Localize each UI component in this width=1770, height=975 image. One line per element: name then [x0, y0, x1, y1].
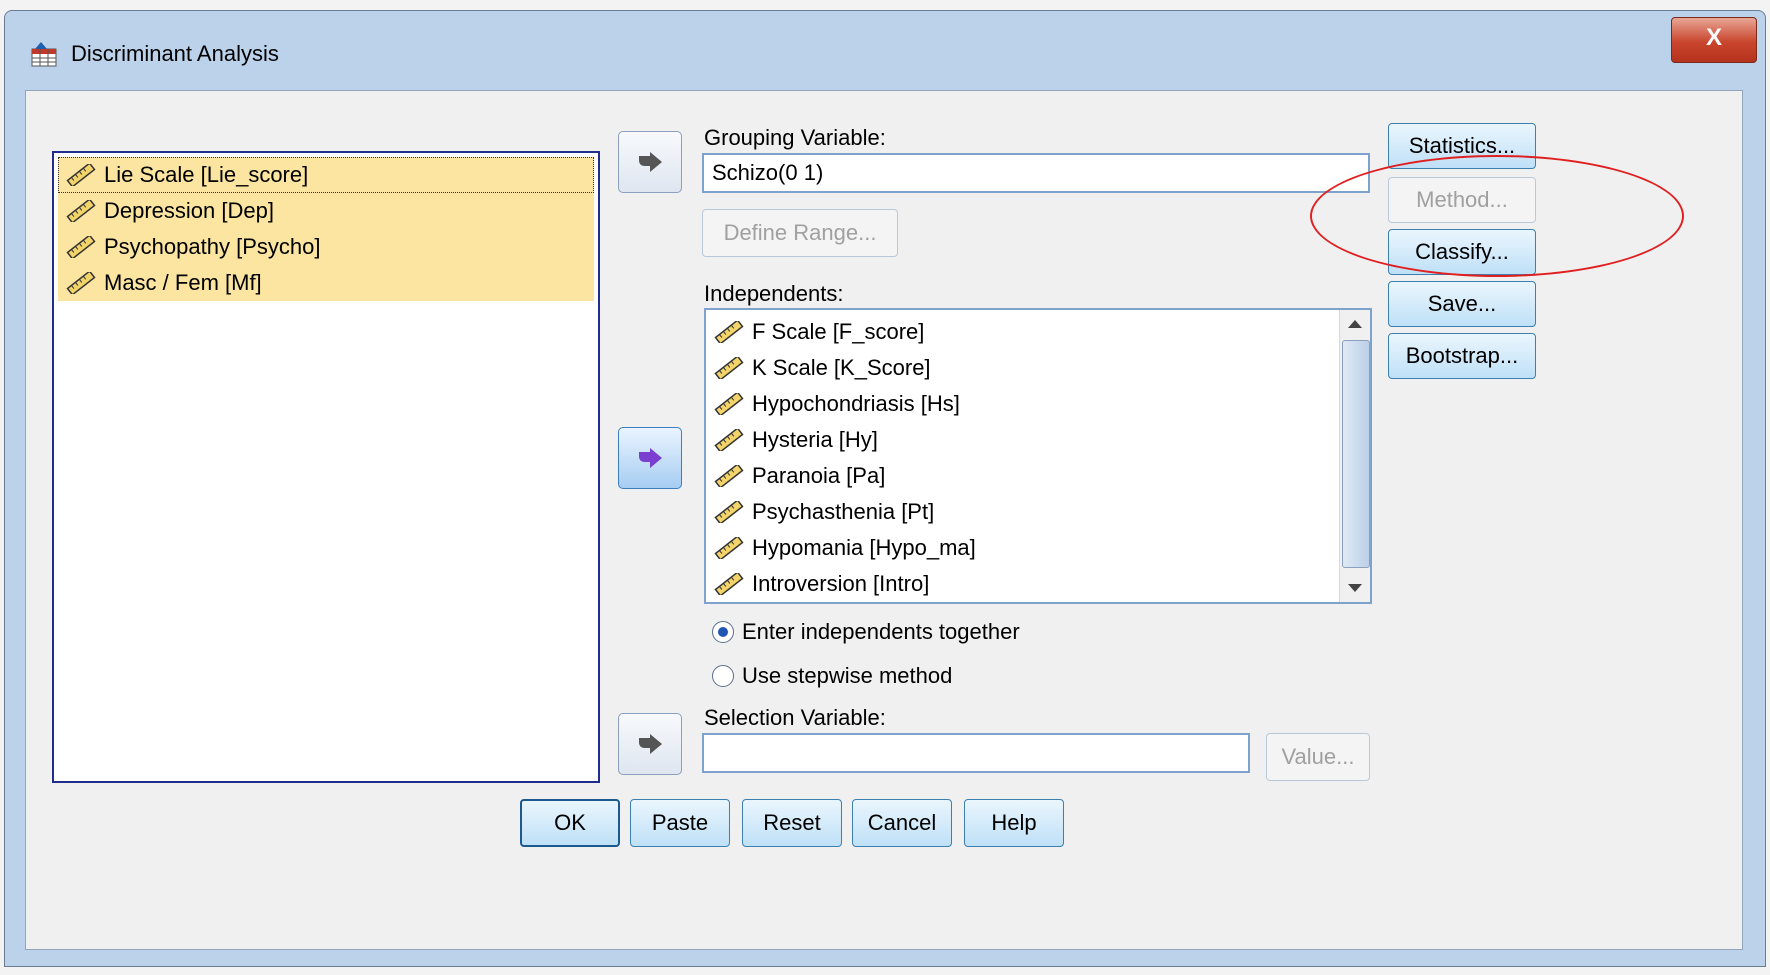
list-item[interactable]: Hypochondriasis [Hs]: [714, 386, 960, 422]
scroll-down-button[interactable]: [1342, 576, 1368, 600]
dialog-body: Lie Scale [Lie_score] Depression [Dep] P…: [25, 90, 1743, 950]
list-item-label: Hysteria [Hy]: [752, 427, 878, 452]
stepwise-radio[interactable]: Use stepwise method: [712, 663, 952, 689]
list-item-label: Lie Scale [Lie_score]: [104, 162, 309, 187]
scroll-thumb[interactable]: [1342, 340, 1370, 568]
move-to-independents-button[interactable]: [618, 427, 682, 489]
title-bar: Discriminant Analysis X: [5, 11, 1765, 89]
source-variable-list[interactable]: Lie Scale [Lie_score] Depression [Dep] P…: [52, 151, 600, 783]
enter-together-radio[interactable]: Enter independents together: [712, 619, 1020, 645]
list-item[interactable]: Psychasthenia [Pt]: [714, 494, 934, 530]
list-item-label: Psychasthenia [Pt]: [752, 499, 935, 524]
move-to-grouping-button[interactable]: [618, 131, 682, 193]
define-range-button[interactable]: Define Range...: [702, 209, 898, 257]
ok-button[interactable]: OK: [520, 799, 620, 847]
spss-app-icon: [31, 42, 57, 67]
list-item[interactable]: F Scale [F_score]: [714, 314, 924, 350]
list-item-label: Hypochondriasis [Hs]: [752, 391, 960, 416]
list-item-label: K Scale [K_Score]: [752, 355, 931, 380]
independents-scrollbar[interactable]: [1339, 310, 1370, 602]
stepwise-label: Use stepwise method: [742, 663, 953, 688]
scale-variable-icon: [714, 321, 744, 343]
radio-circle: [712, 665, 734, 687]
list-item[interactable]: Lie Scale [Lie_score]: [58, 157, 594, 193]
up-arrow-icon: [1348, 320, 1362, 328]
independents-list[interactable]: F Scale [F_score] K Scale [K_Score] Hypo…: [704, 308, 1372, 604]
save-button[interactable]: Save...: [1388, 281, 1536, 327]
value-button[interactable]: Value...: [1266, 733, 1370, 781]
list-item-label: Masc / Fem [Mf]: [104, 270, 262, 295]
list-item-label: Psychopathy [Psycho]: [104, 234, 321, 259]
radio-dot: [718, 627, 728, 637]
help-button[interactable]: Help: [964, 799, 1064, 847]
list-item[interactable]: Masc / Fem [Mf]: [58, 265, 594, 301]
scale-variable-icon: [714, 357, 744, 379]
list-item-label: Paranoia [Pa]: [752, 463, 886, 488]
list-item-label: Hypomania [Hypo_ma]: [752, 535, 976, 560]
right-arrow-icon: [639, 152, 662, 172]
list-item[interactable]: K Scale [K_Score]: [714, 350, 931, 386]
scale-variable-icon: [714, 573, 744, 595]
right-arrow-icon: [639, 448, 662, 468]
grouping-variable-field[interactable]: Schizo(0 1): [702, 153, 1370, 193]
independents-label: Independents:: [704, 281, 844, 306]
scale-variable-icon: [714, 537, 744, 559]
selection-variable-label: Selection Variable:: [704, 705, 886, 730]
list-item[interactable]: Introversion [Intro]: [714, 566, 929, 602]
scale-variable-icon: [66, 272, 96, 294]
scale-variable-icon: [66, 236, 96, 258]
list-item-label: Introversion [Intro]: [752, 571, 930, 596]
list-item-label: F Scale [F_score]: [752, 319, 925, 344]
scale-variable-icon: [714, 501, 744, 523]
list-item-label: Depression [Dep]: [104, 198, 274, 223]
scale-variable-icon: [66, 164, 96, 186]
list-item[interactable]: Hysteria [Hy]: [714, 422, 878, 458]
close-button[interactable]: X: [1671, 17, 1757, 63]
bootstrap-button[interactable]: Bootstrap...: [1388, 333, 1536, 379]
list-item[interactable]: Psychopathy [Psycho]: [58, 229, 594, 265]
enter-together-label: Enter independents together: [742, 619, 1020, 644]
list-item[interactable]: Hypomania [Hypo_ma]: [714, 530, 976, 566]
discriminant-analysis-dialog: Discriminant Analysis X Lie Scale [Lie_s…: [4, 10, 1766, 967]
statistics-highlight-ellipse: [1310, 155, 1684, 277]
grouping-variable-label: Grouping Variable:: [704, 125, 886, 150]
radio-circle: [712, 621, 734, 643]
window-title: Discriminant Analysis: [71, 41, 279, 66]
right-arrow-icon: [639, 734, 662, 754]
paste-button[interactable]: Paste: [630, 799, 730, 847]
cancel-button[interactable]: Cancel: [852, 799, 952, 847]
scale-variable-icon: [714, 429, 744, 451]
scale-variable-icon: [66, 200, 96, 222]
scale-variable-icon: [714, 465, 744, 487]
down-arrow-icon: [1348, 584, 1362, 592]
scroll-up-button[interactable]: [1342, 312, 1368, 336]
scale-variable-icon: [714, 393, 744, 415]
reset-button[interactable]: Reset: [742, 799, 842, 847]
move-to-selection-button[interactable]: [618, 713, 682, 775]
selection-variable-field[interactable]: [702, 733, 1250, 773]
list-item[interactable]: Paranoia [Pa]: [714, 458, 885, 494]
list-item[interactable]: Depression [Dep]: [58, 193, 594, 229]
